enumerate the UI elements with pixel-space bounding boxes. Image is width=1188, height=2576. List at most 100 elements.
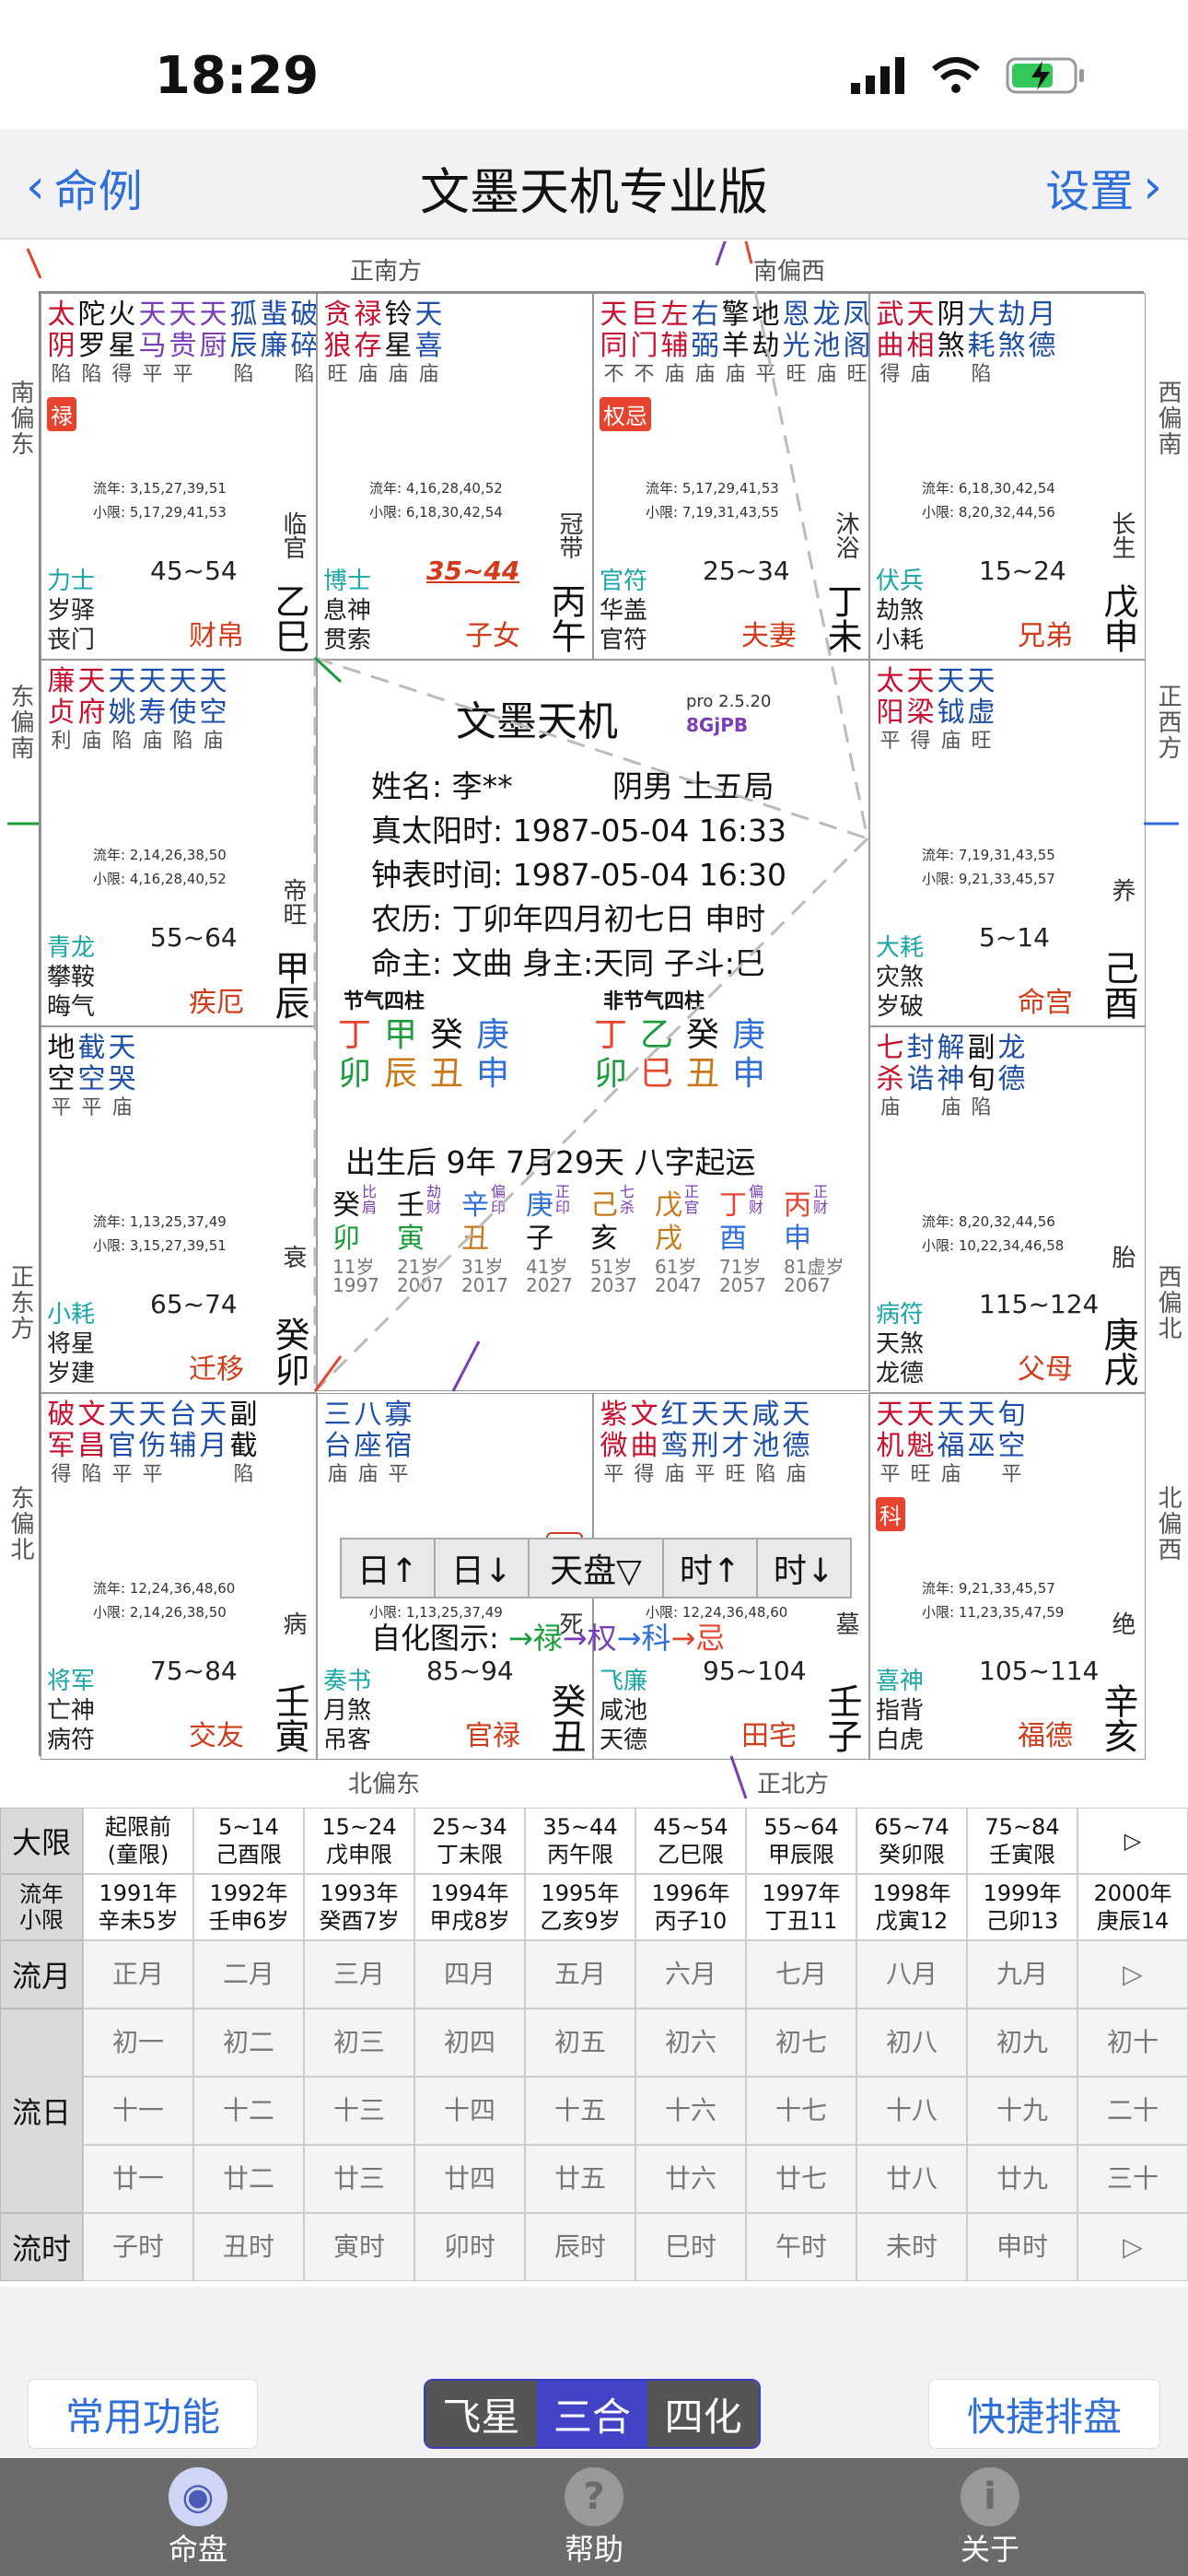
grid-cell[interactable]: 廿一 xyxy=(83,2145,193,2213)
grid-cell[interactable]: 九月 xyxy=(967,1940,1077,2008)
grid-cell[interactable]: 辰时 xyxy=(525,2213,635,2281)
grid-cell[interactable]: 初七 xyxy=(746,2008,856,2077)
grid-cell[interactable]: 寅时 xyxy=(304,2213,414,2281)
grid-cell[interactable]: 午时 xyxy=(746,2213,856,2281)
common-functions-button[interactable]: 常用功能 xyxy=(28,2379,258,2449)
grid-cell[interactable]: 1991年 辛未5岁 xyxy=(83,1874,193,1940)
grid-cell[interactable]: 卯时 xyxy=(414,2213,525,2281)
tab-about[interactable]: i 关于 xyxy=(898,2467,1082,2569)
palace-xu[interactable]: 七杀庙封诰解神庙副旬陷龙德流年: 8,20,32,44,56 小限: 10,22,… xyxy=(869,1026,1146,1393)
grid-cell[interactable]: 申时 xyxy=(967,2213,1077,2281)
grid-cell[interactable]: ▷ xyxy=(1077,2213,1188,2281)
palace-hai[interactable]: 天机平天魁旺天福庙天巫旬空平科流年: 9,21,33,45,57 小限: 11,2… xyxy=(869,1393,1146,1760)
palace-wei[interactable]: 天同不巨门不左辅庙右弼庙擎羊庙地劫平恩光旺龙池庙凤阁旺年解得华盖陷权忌流年: 5… xyxy=(593,293,869,660)
grid-cell[interactable]: 初五 xyxy=(525,2008,635,2077)
grid-cell[interactable]: 廿九 xyxy=(967,2145,1077,2213)
grid-cell[interactable]: 初十 xyxy=(1077,2008,1188,2077)
star-char-2: 弼 xyxy=(691,330,719,362)
grid-cell[interactable]: 15~24 戊申限 xyxy=(304,1808,414,1874)
tianpan-button[interactable]: 天盘▽ xyxy=(528,1538,664,1598)
grid-cell[interactable]: 十一 xyxy=(83,2077,193,2145)
grid-cell[interactable]: ▷ xyxy=(1077,1940,1188,2008)
grid-cell[interactable]: 初八 xyxy=(856,2008,967,2077)
grid-cell[interactable]: 初六 xyxy=(635,2008,746,2077)
tab-mingpan[interactable]: ◉ 命盘 xyxy=(106,2467,290,2569)
grid-cell[interactable]: 十五 xyxy=(525,2077,635,2145)
grid-cell[interactable]: 初三 xyxy=(304,2008,414,2077)
grid-cell[interactable]: 廿二 xyxy=(193,2145,304,2213)
grid-cell[interactable]: 三十 xyxy=(1077,2145,1188,2213)
grid-cell[interactable]: 廿四 xyxy=(414,2145,525,2213)
grid-cell[interactable]: 2000年 庚辰14 xyxy=(1077,1874,1188,1940)
grid-cell[interactable]: 5~14 己酉限 xyxy=(193,1808,304,1874)
grid-cell[interactable]: 十八 xyxy=(856,2077,967,2145)
grid-cell[interactable]: 八月 xyxy=(856,1940,967,2008)
grid-cell[interactable]: ▷ xyxy=(1077,1808,1188,1874)
grid-cell[interactable]: 廿五 xyxy=(525,2145,635,2213)
grid-cell[interactable]: 十三 xyxy=(304,2077,414,2145)
grid-cell[interactable]: 四月 xyxy=(414,1940,525,2008)
grid-cell[interactable]: 廿七 xyxy=(746,2145,856,2213)
grid-cell[interactable]: 廿八 xyxy=(856,2145,967,2213)
seg-feixing[interactable]: 飞星 xyxy=(425,2381,537,2447)
grid-cell[interactable]: 十四 xyxy=(414,2077,525,2145)
palace-si[interactable]: 太阴陷陀罗陷火星得天马平天贵平天厨孤辰陷蜚廉破碎陷禄流年: 3,15,27,39… xyxy=(41,293,317,660)
hour-down-button[interactable]: 时↓ xyxy=(756,1538,852,1598)
palace-you[interactable]: 太阳平天梁得天钺庙天虚旺流年: 7,19,31,43,55 小限: 9,21,33… xyxy=(869,660,1146,1026)
grid-cell[interactable]: 廿三 xyxy=(304,2145,414,2213)
grid-cell[interactable]: 1992年 壬申6岁 xyxy=(193,1874,304,1940)
grid-cell[interactable]: 55~64 甲辰限 xyxy=(746,1808,856,1874)
grid-cell[interactable]: 七月 xyxy=(746,1940,856,2008)
quick-chart-button[interactable]: 快捷排盘 xyxy=(928,2379,1160,2449)
grid-cell[interactable]: 十七 xyxy=(746,2077,856,2145)
grid-cell[interactable]: 二月 xyxy=(193,1940,304,2008)
star: 龙德 xyxy=(997,1033,1026,1121)
seg-sanhe[interactable]: 三合 xyxy=(536,2381,648,2447)
grid-cell[interactable]: 65~74 癸卯限 xyxy=(856,1808,967,1874)
grid-cell[interactable]: 三月 xyxy=(304,1940,414,2008)
grid-cell[interactable]: 25~34 丁未限 xyxy=(414,1808,525,1874)
palace-shen[interactable]: 武曲得天相庙阴煞大耗陷劫煞月德流年: 6,18,30,42,54 小限: 8,20… xyxy=(869,293,1146,660)
grid-cell[interactable]: 巳时 xyxy=(635,2213,746,2281)
day-up-button[interactable]: 日↑ xyxy=(340,1538,436,1598)
grid-cell[interactable]: 初二 xyxy=(193,2008,304,2077)
direction-top: 正南方 xyxy=(350,258,423,286)
grid-cell[interactable]: 初一 xyxy=(83,2008,193,2077)
grid-cell[interactable]: 1998年 戊寅12 xyxy=(856,1874,967,1940)
grid-cell[interactable]: 子时 xyxy=(83,2213,193,2281)
palace-chen[interactable]: 廉贞利天府庙天姚陷天寿庙天使陷天空庙流年: 2,14,26,38,50 小限: 4… xyxy=(41,660,317,1026)
grid-cell[interactable]: 十二 xyxy=(193,2077,304,2145)
grid-cell[interactable]: 廿六 xyxy=(635,2145,746,2213)
grid-cell[interactable]: 1996年 丙子10 xyxy=(635,1874,746,1940)
star: 七杀庙 xyxy=(876,1033,904,1121)
star-list: 天机平天魁旺天福庙天巫旬空平 xyxy=(876,1399,1026,1488)
palace-wu[interactable]: 贪狼旺禄存庙铃星庙天喜庙流年: 4,16,28,40,52 小限: 6,18,30… xyxy=(317,293,593,660)
grid-cell[interactable]: 十九 xyxy=(967,2077,1077,2145)
seg-sihua[interactable]: 四化 xyxy=(647,2381,759,2447)
palace-mao[interactable]: 地空平截空平天哭庙流年: 1,13,25,37,49 小限: 3,15,27,39… xyxy=(41,1026,317,1393)
grid-cell[interactable]: 十六 xyxy=(635,2077,746,2145)
palace-yin[interactable]: 破军得文昌陷天官平天伤平台辅天月副截陷流年: 12,24,36,48,60 小限:… xyxy=(41,1393,317,1760)
day-down-button[interactable]: 日↓ xyxy=(434,1538,530,1598)
grid-cell[interactable]: 初四 xyxy=(414,2008,525,2077)
grid-cell[interactable]: 1994年 甲戌8岁 xyxy=(414,1874,525,1940)
hour-up-button[interactable]: 时↑ xyxy=(662,1538,758,1598)
grid-cell[interactable]: 75~84 壬寅限 xyxy=(967,1808,1077,1874)
grid-cell[interactable]: 五月 xyxy=(525,1940,635,2008)
grid-cell[interactable]: 1993年 癸酉7岁 xyxy=(304,1874,414,1940)
grid-cell[interactable]: 未时 xyxy=(856,2213,967,2281)
tab-help[interactable]: ? 帮助 xyxy=(502,2467,686,2569)
grid-cell[interactable]: 正月 xyxy=(83,1940,193,2008)
grid-cell[interactable]: 初九 xyxy=(967,2008,1077,2077)
settings-button[interactable]: 设置 › xyxy=(1045,155,1162,219)
grid-cell[interactable]: 丑时 xyxy=(193,2213,304,2281)
grid-cell[interactable]: 起限前 (童限) xyxy=(83,1808,193,1874)
grid-cell[interactable]: 1997年 丁丑11 xyxy=(746,1874,856,1940)
grid-cell[interactable]: 45~54 乙巳限 xyxy=(635,1808,746,1874)
grid-cell[interactable]: 35~44 丙午限 xyxy=(525,1808,635,1874)
grid-cell[interactable]: 六月 xyxy=(635,1940,746,2008)
star: 左辅庙 xyxy=(660,299,689,388)
grid-cell[interactable]: 1995年 乙亥9岁 xyxy=(525,1874,635,1940)
grid-cell[interactable]: 1999年 己卯13 xyxy=(967,1874,1077,1940)
grid-cell[interactable]: 二十 xyxy=(1077,2077,1188,2145)
